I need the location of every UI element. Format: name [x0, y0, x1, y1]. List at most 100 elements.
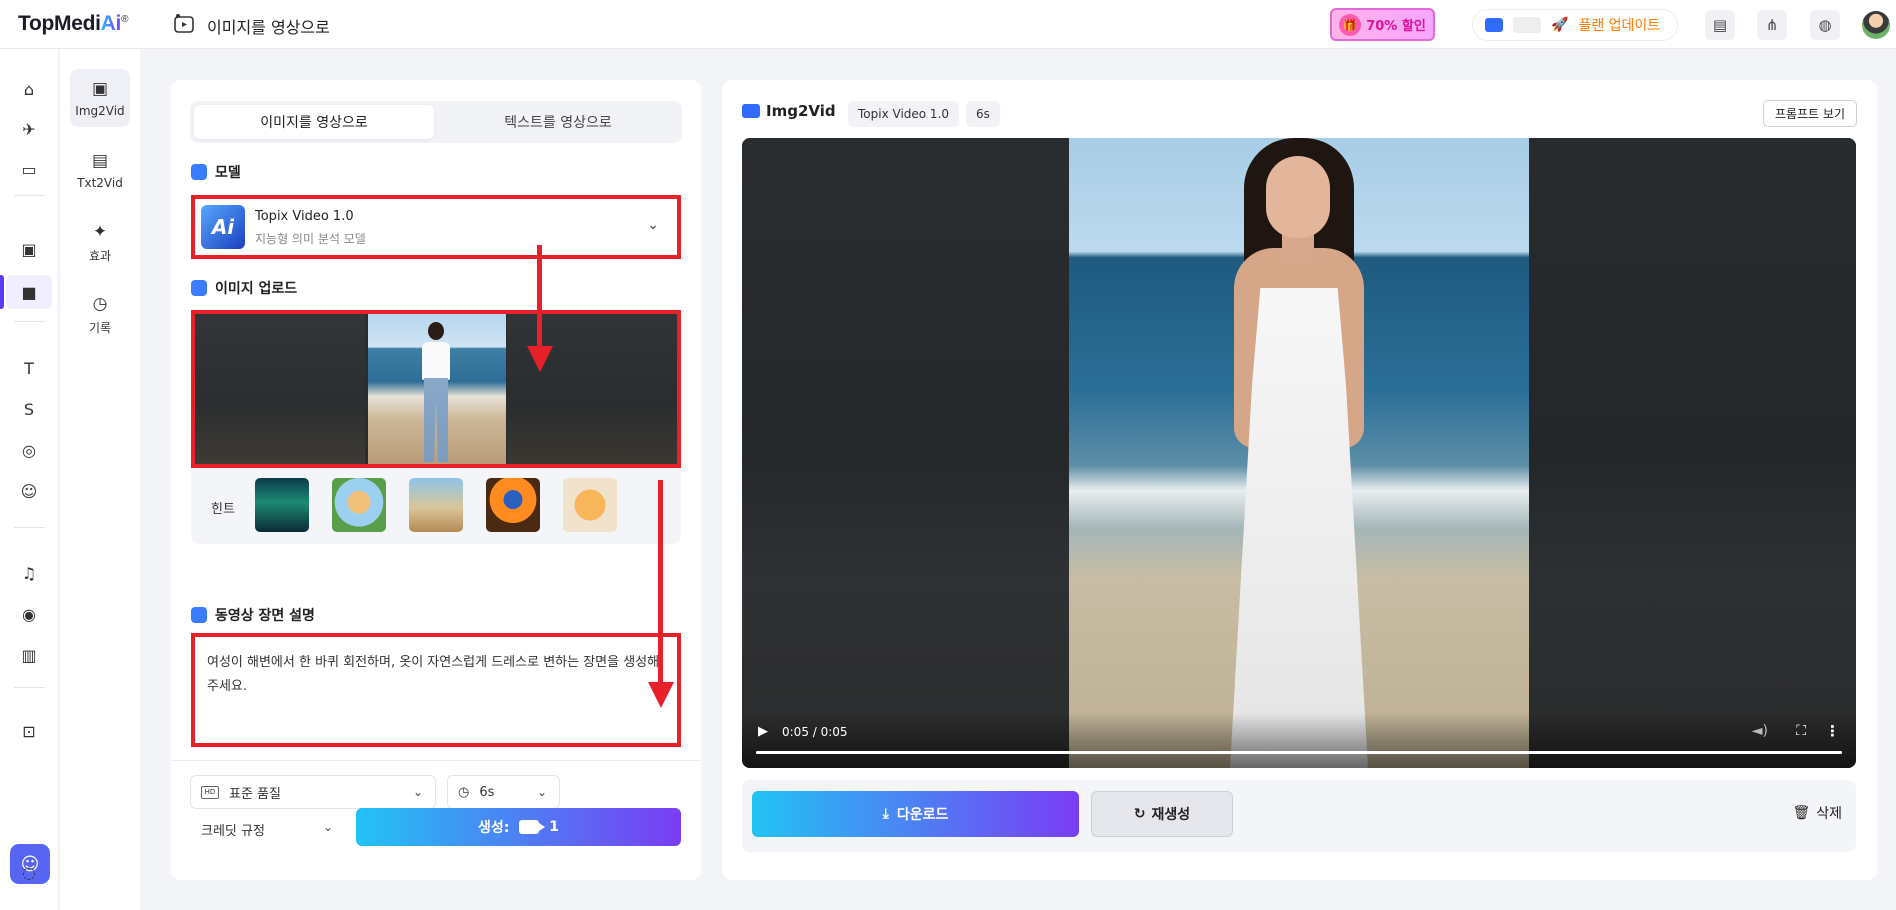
volume-icon[interactable]: ◄) — [1752, 723, 1768, 739]
text-to-speech-icon[interactable]: T — [17, 356, 41, 380]
plan-upgrade-button[interactable]: 🚀 플랜 업데이트 — [1472, 9, 1678, 41]
rail-divider — [14, 195, 45, 196]
annotation-arrow-head — [527, 346, 553, 372]
rail-divider — [14, 687, 45, 688]
annotation-arrow — [658, 480, 663, 685]
piano-icon[interactable]: ▥ — [17, 643, 41, 667]
video-camera-icon[interactable]: ■ — [17, 280, 41, 304]
video-player[interactable]: ▶ 0:05 / 0:05 ◄) ⛶ ⋮ — [742, 138, 1856, 768]
hd-icon: HD — [201, 785, 219, 799]
folder-icon[interactable]: ▭ — [17, 157, 41, 181]
explore-icon[interactable]: ✈ — [17, 117, 41, 141]
photo-talk-icon[interactable]: ☺ — [17, 479, 41, 503]
voice-icon[interactable]: ◎ — [17, 438, 41, 462]
video-progress-track[interactable] — [756, 751, 1842, 754]
person-figure — [418, 322, 454, 462]
hint-thumb-cat[interactable] — [563, 478, 617, 532]
edit-note-icon — [191, 607, 207, 623]
person-figure — [1214, 138, 1384, 768]
video-blur-background — [1529, 138, 1856, 768]
download-icon: ⤓ — [882, 806, 889, 822]
model-chip: Topix Video 1.0 — [848, 101, 960, 127]
network-icon[interactable]: ⋔ — [1757, 10, 1787, 40]
model-logo-icon: Ai — [201, 205, 245, 249]
model-select[interactable]: Ai Topix Video 1.0 지능형 의미 분석 모델 ⌄ — [191, 195, 681, 259]
subnav-item-history[interactable]: ◷ 기록 — [70, 285, 130, 343]
hint-thumb-biker[interactable] — [409, 478, 463, 532]
chat-icon[interactable]: ◌ — [17, 860, 41, 884]
video-controls: ▶ 0:05 / 0:05 ◄) ⛶ ⋮ — [742, 712, 1856, 768]
credit-indicator — [1513, 17, 1541, 33]
quality-select[interactable]: HD 표준 품질 ⌄ — [190, 775, 436, 809]
preview-brand: Img2Vid — [742, 102, 836, 120]
chevron-down-icon: ⌄ — [647, 217, 659, 233]
annotation-arrow — [537, 245, 542, 350]
duration-chip: 6s — [966, 101, 1000, 127]
hint-thumb-toy[interactable] — [332, 478, 386, 532]
video-blur-background — [742, 138, 1069, 768]
chevron-down-icon: ⌄ — [412, 785, 423, 799]
disc-icon[interactable]: ◉ — [17, 602, 41, 626]
preview-panel: Img2Vid Topix Video 1.0 6s 프롬프트 보기 ▶ 0:0… — [722, 80, 1877, 880]
generate-button[interactable]: 생성: 1 — [356, 808, 681, 846]
upload-blur-background — [195, 314, 365, 464]
image-to-video-icon[interactable]: ▣ — [17, 237, 41, 261]
magic-wand-icon: ✦ — [92, 221, 108, 242]
download-button[interactable]: ⤓ 다운로드 — [752, 791, 1079, 837]
video-progress-fill — [756, 751, 1842, 754]
credit-rule-link[interactable]: 크레딧 규정 — [201, 820, 265, 839]
text-to-video-icon: ▤ — [91, 151, 109, 171]
app-logo[interactable]: TopMediAi® — [18, 12, 128, 36]
model-section-label: 모델 — [191, 162, 241, 182]
video-frame — [1069, 138, 1529, 768]
upload-section-label: 이미지 업로드 — [191, 278, 297, 298]
more-options-icon[interactable]: ⋮ — [1825, 722, 1840, 740]
globe-icon[interactable]: ◍ — [1810, 10, 1840, 40]
generate-footer: HD 표준 품질 ⌄ ◷ 6s ⌄ 크레딧 규정 ⌄ 생성: 1 — [171, 760, 701, 880]
image-icon — [191, 280, 207, 296]
view-prompt-button[interactable]: 프롬프트 보기 — [1762, 100, 1857, 127]
rail-divider — [14, 527, 45, 528]
discount-promo-button[interactable]: 🎁 70% 할인 — [1330, 8, 1435, 41]
clock-icon: ◷ — [92, 293, 108, 314]
tab-text-to-video[interactable]: 텍스트를 영상으로 — [438, 105, 678, 139]
rail-active-indicator — [0, 275, 4, 309]
video-camera-icon — [519, 820, 546, 834]
tab-image-to-video[interactable]: 이미지를 영상으로 — [194, 105, 434, 139]
hint-examples: 힌트 — [191, 468, 681, 544]
trash-icon: 🗑 — [1792, 805, 1811, 821]
home-icon[interactable]: ⌂ — [17, 77, 41, 101]
subnav-item-effects[interactable]: ✦ 효과 — [70, 213, 130, 271]
gift-icon: 🎁 — [1339, 13, 1362, 36]
image-to-video-icon — [174, 14, 194, 33]
video-camera-icon — [742, 104, 760, 118]
upload-blur-background — [507, 314, 677, 464]
mode-tabs: 이미지를 영상으로 텍스트를 영상으로 — [190, 101, 682, 143]
hint-thumb-figure[interactable] — [486, 478, 540, 532]
page-title: 이미지를 영상으로 — [207, 18, 330, 37]
music-icon[interactable]: ♫ — [17, 561, 41, 585]
regenerate-button[interactable]: ↻ 재생성 — [1091, 791, 1233, 837]
rail-divider — [14, 321, 45, 322]
scene-description-input[interactable]: 여성이 해변에서 한 바퀴 회전하며, 옷이 자연스럽게 드레스로 변하는 장면… — [191, 633, 681, 747]
duration-select[interactable]: ◷ 6s ⌄ — [447, 775, 560, 809]
avatar[interactable] — [1862, 11, 1890, 39]
image-to-video-icon: ▣ — [91, 79, 109, 99]
play-icon[interactable]: ▶ — [758, 724, 768, 739]
fullscreen-icon[interactable]: ⛶ — [1796, 723, 1806, 739]
rocket-icon: 🚀 — [1551, 17, 1569, 33]
hint-thumb-aurora[interactable] — [255, 478, 309, 532]
description-section-label: 동영상 장면 설명 — [191, 605, 315, 625]
delete-button[interactable]: 🗑 삭제 — [1792, 803, 1842, 823]
calendar-icon[interactable]: ▤ — [1705, 10, 1735, 40]
clock-icon: ◷ — [458, 784, 470, 800]
video-time: 0:05 / 0:05 — [782, 725, 848, 739]
hint-label: 힌트 — [211, 502, 235, 517]
chevron-down-icon: ⌄ — [536, 785, 547, 799]
top-bar: TopMediAi® 이미지를 영상으로 🎁 70% 할인 🚀 플랜 업데이트 ▤… — [0, 0, 1896, 49]
subnav-item-txt2vid[interactable]: ▤ Txt2Vid — [70, 141, 130, 199]
subnav-item-img2vid[interactable]: ▣ Img2Vid — [70, 69, 130, 127]
image-upload-area[interactable] — [191, 310, 681, 468]
subtitle-icon[interactable]: S — [17, 397, 41, 421]
ai-tools-icon[interactable]: ⊡ — [17, 719, 41, 743]
